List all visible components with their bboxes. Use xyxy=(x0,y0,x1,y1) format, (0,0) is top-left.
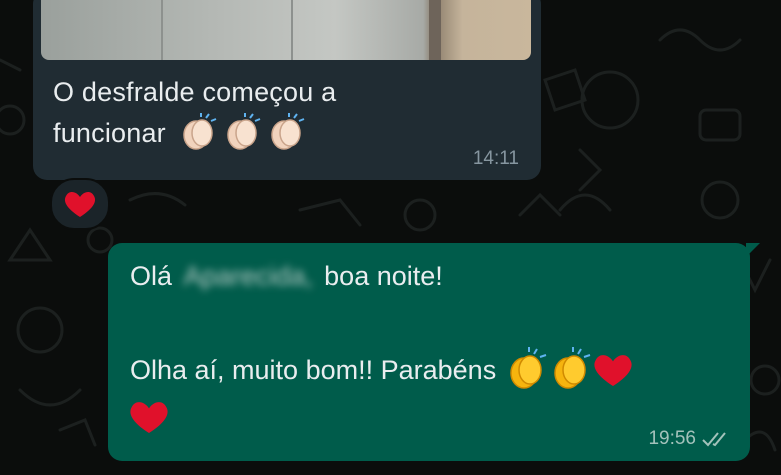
red-heart-icon xyxy=(594,355,632,387)
red-heart-icon xyxy=(130,402,168,434)
double-check-icon xyxy=(702,432,726,447)
incoming-timestamp: 14:11 xyxy=(472,148,519,169)
outgoing-text-line3 xyxy=(128,396,170,438)
outgoing-text-line2: Olha aí, muito bom!! Parabéns xyxy=(130,347,634,391)
outgoing-timestamp: 19:56 xyxy=(648,428,696,449)
clapping-hands-icon xyxy=(553,347,591,389)
incoming-message-text: O desfralde começou a funcionar xyxy=(53,73,483,153)
photo-detail xyxy=(161,0,163,60)
outgoing-text-line1: Olá Aparecida, boa noite! xyxy=(130,261,443,292)
clapping-hands-icon xyxy=(182,113,216,150)
shared-photo[interactable] xyxy=(41,0,531,60)
outgoing-meta: 19:56 xyxy=(648,428,730,450)
blurred-contact-name: Aparecida, xyxy=(183,261,313,291)
greeting-rest-text: boa noite! xyxy=(324,261,443,291)
bubble-tail xyxy=(746,243,760,257)
incoming-text-line1: O desfralde começou a xyxy=(53,77,337,107)
red-heart-icon xyxy=(64,191,96,217)
clapping-hands-icon xyxy=(226,113,260,150)
clapping-hands-icon xyxy=(509,347,547,389)
message-reaction[interactable] xyxy=(50,178,110,230)
photo-detail xyxy=(291,0,293,60)
greeting-text: Olá xyxy=(130,261,173,291)
incoming-text-line2: funcionar xyxy=(53,118,166,148)
congrats-text: Olha aí, muito bom!! Parabéns xyxy=(130,355,497,385)
outgoing-message-bubble[interactable]: Olá Aparecida, boa noite! Olha aí, muito… xyxy=(108,243,760,461)
incoming-message-bubble[interactable]: O desfralde começou a funcionar 14:11 xyxy=(33,0,541,180)
photo-detail xyxy=(429,0,441,60)
clapping-hands-icon xyxy=(270,113,304,150)
